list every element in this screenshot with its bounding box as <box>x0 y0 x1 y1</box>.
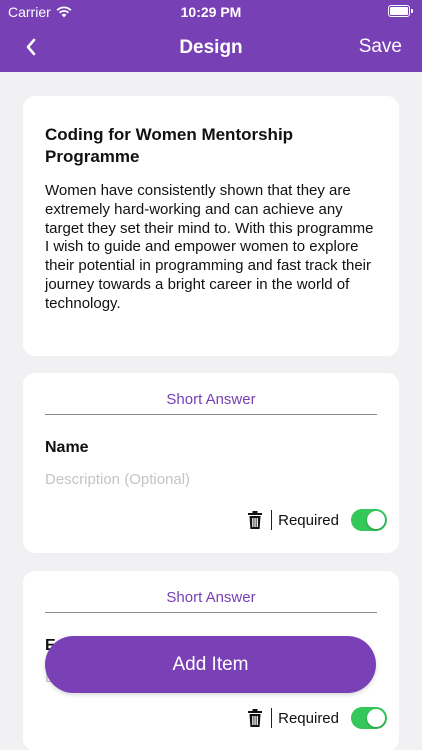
battery-icon <box>388 5 413 17</box>
divider <box>271 510 273 530</box>
form-title: Coding for Women Mentorship Programme <box>45 125 294 166</box>
required-toggle[interactable] <box>351 509 387 531</box>
field-controls: Required <box>247 706 387 730</box>
form-description: Women have consistently shown that they … <box>45 182 374 312</box>
trash-icon[interactable] <box>247 510 263 530</box>
save-button[interactable]: Save <box>359 36 402 58</box>
required-label: Required <box>278 709 339 727</box>
question-type-selector[interactable]: Short Answer <box>45 589 377 613</box>
field-controls: Required <box>247 508 387 532</box>
required-toggle[interactable] <box>351 707 387 729</box>
status-bar: Carrier 10:29 PM <box>0 0 422 24</box>
divider <box>271 708 273 728</box>
required-label: Required <box>278 511 339 529</box>
form-field-card: Short Answer Name Required <box>23 373 399 553</box>
form-intro-card: Coding for Women Mentorship Programme Wo… <box>23 96 399 356</box>
nav-bar: Design Save <box>0 24 422 72</box>
add-item-button[interactable]: Add Item <box>45 636 376 693</box>
trash-icon[interactable] <box>247 708 263 728</box>
field-name[interactable]: Name <box>45 439 89 457</box>
question-type-selector[interactable]: Short Answer <box>45 391 377 415</box>
field-description-input[interactable] <box>45 471 345 488</box>
status-time: 10:29 PM <box>180 4 242 20</box>
